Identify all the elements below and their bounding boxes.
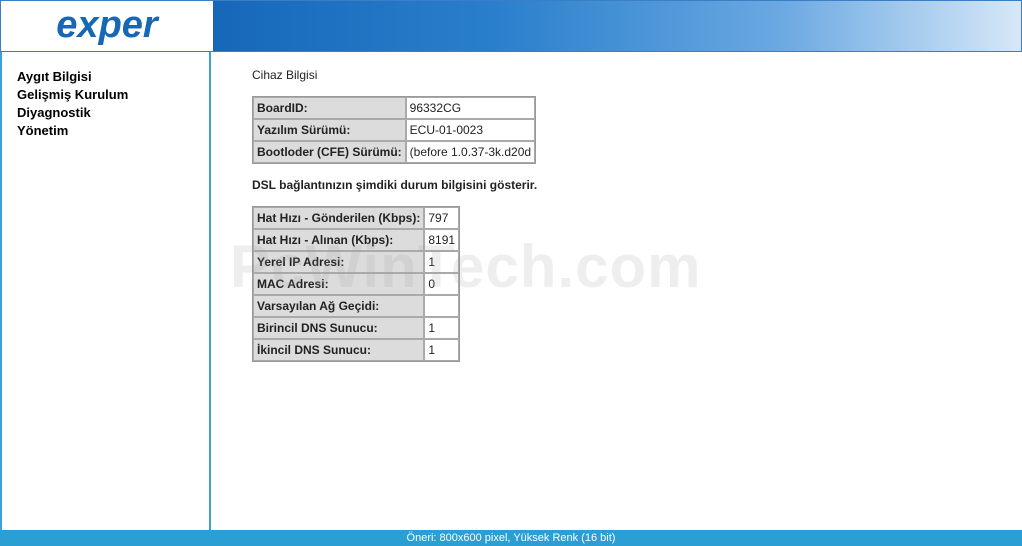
sidebar-menu: Aygıt Bilgisi Gelişmiş Kurulum Diyagnost… <box>2 52 209 140</box>
downstream-rate-value: 8191 <box>424 229 460 251</box>
bootloader-version-label: Bootloder (CFE) Sürümü: <box>253 141 406 163</box>
sidebar-item-diyagnostik[interactable]: Diyagnostik <box>17 104 209 122</box>
mac-address-value: 0 <box>424 273 460 295</box>
sidebar-item-gelismis-kurulum[interactable]: Gelişmiş Kurulum <box>17 86 209 104</box>
table-row: MAC Adresi: 0 <box>253 273 460 295</box>
logo-text: exper <box>56 6 160 46</box>
table-row: Birincil DNS Sunucu: 1 <box>253 317 460 339</box>
dsl-description: DSL bağlantınızın şimdiki durum bilgisin… <box>252 178 538 192</box>
default-gateway-label: Varsayılan Ağ Geçidi: <box>253 295 425 317</box>
downstream-rate-label: Hat Hızı - Alınan (Kbps): <box>253 229 425 251</box>
primary-dns-label: Birincil DNS Sunucu: <box>253 317 425 339</box>
table-row: Yazılım Sürümü: ECU-01-0023 <box>253 119 536 141</box>
local-ip-value: 1 <box>424 251 460 273</box>
table-row: İkincil DNS Sunucu: 1 <box>253 339 460 361</box>
header: exper <box>0 0 1022 52</box>
primary-dns-value: 1 <box>424 317 460 339</box>
sidebar: Aygıt Bilgisi Gelişmiş Kurulum Diyagnost… <box>0 52 211 530</box>
dsl-info-table: Hat Hızı - Gönderilen (Kbps): 797 Hat Hı… <box>252 206 461 362</box>
secondary-dns-value: 1 <box>424 339 460 361</box>
table-row: BoardID: 96332CG <box>253 97 536 119</box>
upstream-rate-value: 797 <box>424 207 460 229</box>
table-row: Bootloder (CFE) Sürümü: (before 1.0.37-3… <box>253 141 536 163</box>
table-row: Varsayılan Ağ Geçidi: <box>253 295 460 317</box>
local-ip-label: Yerel IP Adresi: <box>253 251 425 273</box>
board-id-value: 96332CG <box>405 97 536 119</box>
software-version-value: ECU-01-0023 <box>405 119 536 141</box>
header-banner <box>213 0 1022 52</box>
sidebar-item-yonetim[interactable]: Yönetim <box>17 122 209 140</box>
bootloader-version-value: (before 1.0.37-3k.d20d <box>405 141 536 163</box>
default-gateway-value <box>424 295 460 317</box>
table-row: Hat Hızı - Alınan (Kbps): 8191 <box>253 229 460 251</box>
table-row: Yerel IP Adresi: 1 <box>253 251 460 273</box>
secondary-dns-label: İkincil DNS Sunucu: <box>253 339 425 361</box>
upstream-rate-label: Hat Hızı - Gönderilen (Kbps): <box>253 207 425 229</box>
logo: exper <box>2 2 211 50</box>
software-version-label: Yazılım Sürümü: <box>253 119 406 141</box>
sidebar-item-aygit-bilgisi[interactable]: Aygıt Bilgisi <box>17 68 209 86</box>
board-id-label: BoardID: <box>253 97 406 119</box>
footer-recommendation: Öneri: 800x600 pixel, Yüksek Renk (16 bi… <box>0 530 1022 546</box>
device-info-table: BoardID: 96332CG Yazılım Sürümü: ECU-01-… <box>252 96 537 164</box>
page-title: Cihaz Bilgisi <box>252 68 318 82</box>
exper-logo-icon: exper <box>56 6 160 46</box>
table-row: Hat Hızı - Gönderilen (Kbps): 797 <box>253 207 460 229</box>
mac-address-label: MAC Adresi: <box>253 273 425 295</box>
